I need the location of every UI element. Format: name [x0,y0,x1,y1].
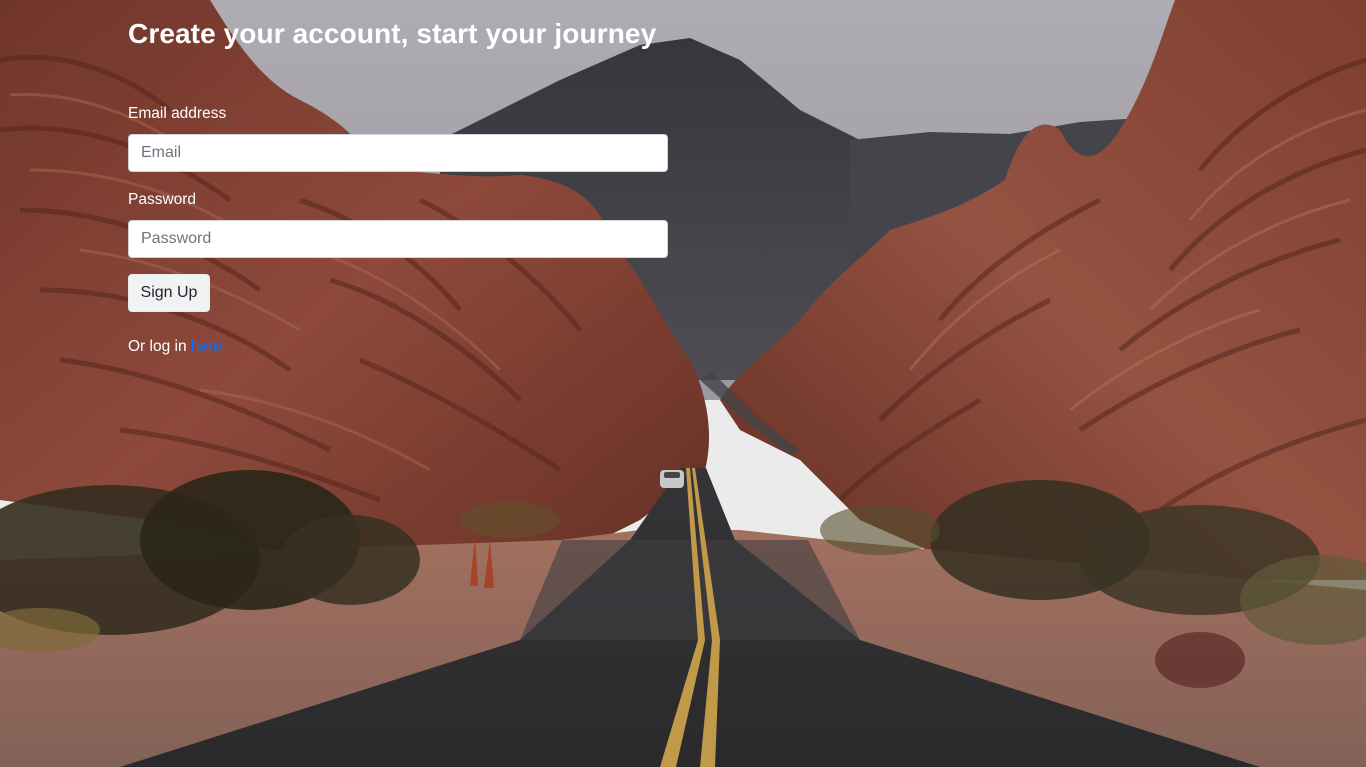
email-input[interactable] [128,134,668,172]
sign-up-button[interactable]: Sign Up [128,274,210,312]
password-label: Password [128,191,197,208]
password-input[interactable] [128,220,668,258]
login-prompt: Or log in here [128,338,222,356]
login-prompt-text: Or log in [128,338,191,355]
email-label: Email address [128,105,227,122]
page-title: Create your account, start your journey [128,18,657,49]
login-link[interactable]: here [191,338,222,355]
